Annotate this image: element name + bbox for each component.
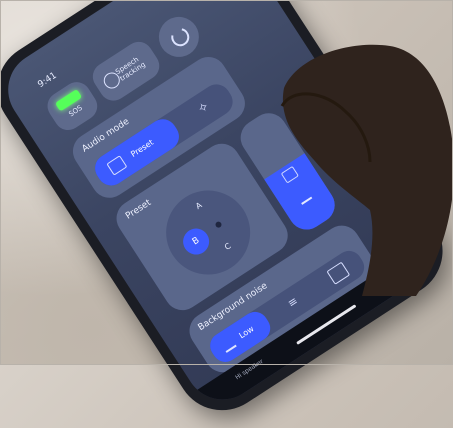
frame-border xyxy=(0,0,453,365)
